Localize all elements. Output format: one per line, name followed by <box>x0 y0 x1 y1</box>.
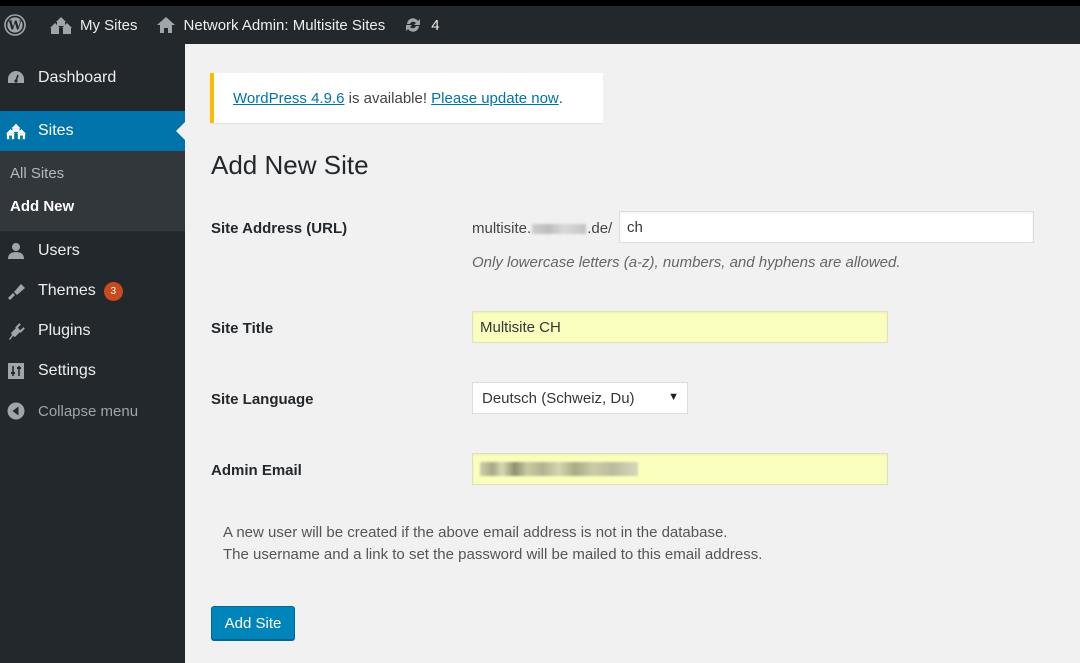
admin-email-input[interactable] <box>472 453 888 485</box>
page-title: Add New Site <box>211 150 369 180</box>
users-icon <box>6 242 26 260</box>
collapse-arrow-icon <box>6 402 26 420</box>
notice-period: . <box>558 89 563 107</box>
network-admin-menu[interactable]: Network Admin: Multisite Sites <box>156 6 404 44</box>
themes-update-badge: 3 <box>103 281 123 301</box>
home-icon <box>156 16 176 34</box>
sidebar-item-label: Themes <box>38 282 96 299</box>
dashboard-icon <box>6 69 26 87</box>
collapse-menu-button[interactable]: Collapse menu <box>0 391 185 431</box>
sidebar-item-label: Dashboard <box>38 69 117 86</box>
sidebar-item-users[interactable]: Users <box>0 231 185 271</box>
main-content: WordPress 4.9.6 is available! Please upd… <box>185 44 1080 663</box>
site-title-input[interactable]: Multisite CH <box>472 311 888 343</box>
wordpress-version-link[interactable]: WordPress 4.9.6 <box>233 90 344 107</box>
new-user-info: A new user will be created if the above … <box>223 522 762 566</box>
sidebar-item-label: Settings <box>38 362 96 379</box>
my-sites-menu[interactable]: My Sites <box>50 6 156 44</box>
submenu-item-add-new[interactable]: Add New <box>0 190 185 223</box>
url-prefix-end: .de/ <box>587 220 613 237</box>
add-site-button[interactable]: Add Site <box>211 606 295 640</box>
sidebar-item-settings[interactable]: Settings <box>0 351 185 391</box>
redacted-domain <box>532 223 587 234</box>
site-address-hint: Only lowercase letters (a-z), numbers, a… <box>472 254 901 271</box>
sidebar-item-label: Plugins <box>38 322 91 339</box>
collapse-menu-label: Collapse menu <box>38 402 139 420</box>
svg-text:W: W <box>7 19 22 33</box>
updates-count: 4 <box>431 16 440 34</box>
sites-submenu: All Sites Add New <box>0 151 185 231</box>
admin-bar: W My Sites Network Admin: Multisite Site… <box>0 6 1080 44</box>
my-sites-label: My Sites <box>80 16 138 34</box>
site-language-selected: Deutsch (Schweiz, Du) <box>482 389 635 407</box>
url-prefix-start: multisite. <box>472 220 532 237</box>
sidebar-item-themes[interactable]: Themes 3 <box>0 271 185 311</box>
update-notice: WordPress 4.9.6 is available! Please upd… <box>210 73 603 123</box>
multisite-icon <box>6 122 26 140</box>
site-title-label: Site Title <box>211 320 274 337</box>
site-language-label: Site Language <box>211 391 314 408</box>
dropdown-arrow-icon: ▼ <box>668 391 679 403</box>
redacted-email <box>480 462 638 476</box>
sidebar-item-label: Sites <box>38 122 74 139</box>
notice-text: is available! <box>344 89 432 107</box>
info-line-2: The username and a link to set the passw… <box>223 546 763 563</box>
site-language-select[interactable]: Deutsch (Schweiz, Du) ▼ <box>472 382 688 414</box>
sidebar-item-label: Users <box>38 242 80 259</box>
update-icon <box>403 16 423 34</box>
admin-email-label: Admin Email <box>211 462 302 479</box>
multisite-icon <box>50 16 72 34</box>
site-title-value: Multisite CH <box>480 318 561 336</box>
network-admin-label: Network Admin: Multisite Sites <box>183 16 386 34</box>
site-address-value: ch <box>627 218 643 236</box>
submenu-item-all-sites[interactable]: All Sites <box>0 157 185 190</box>
info-line-1: A new user will be created if the above … <box>223 524 728 541</box>
brush-icon <box>6 282 26 300</box>
update-now-link[interactable]: Please update now <box>431 90 559 107</box>
admin-sidebar: Dashboard Sites All Sites Add New Users … <box>0 44 185 663</box>
sidebar-item-sites[interactable]: Sites <box>0 111 185 151</box>
sidebar-item-plugins[interactable]: Plugins <box>0 311 185 351</box>
plugins-icon <box>6 322 26 340</box>
wordpress-logo-icon: W <box>4 14 26 36</box>
updates-menu[interactable]: 4 <box>403 6 449 44</box>
settings-icon <box>6 362 26 380</box>
sidebar-item-dashboard[interactable]: Dashboard <box>0 58 185 98</box>
wordpress-menu[interactable]: W <box>0 6 50 44</box>
site-address-prefix: multisite. .de/ <box>472 220 612 237</box>
site-address-label: Site Address (URL) <box>211 220 348 237</box>
site-address-input[interactable]: ch <box>619 211 1034 243</box>
